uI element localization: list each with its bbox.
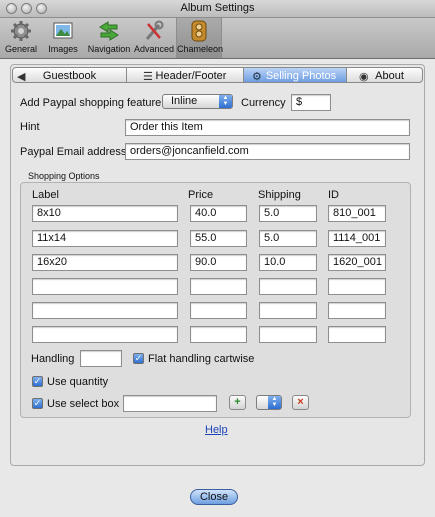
toolbar-item-advanced[interactable]: Advanced [133, 18, 175, 58]
chameleon-icon [191, 20, 207, 42]
handling-field[interactable] [80, 350, 122, 367]
row-label-field[interactable] [32, 326, 178, 343]
remove-option-button[interactable]: × [292, 395, 309, 410]
paypal-feature-value: Inline [171, 95, 198, 107]
tab-header-footer[interactable]: ☰ Header/Footer [126, 67, 244, 83]
minimize-window-icon[interactable] [21, 3, 32, 14]
hint-label: Hint [20, 121, 40, 133]
tab-label: Guestbook [42, 70, 97, 82]
row-shipping-field[interactable]: 5.0 [259, 230, 317, 247]
currency-label: Currency [241, 97, 286, 109]
use-select-box-label: Use select box [47, 398, 120, 410]
arrows-icon [99, 21, 119, 41]
gear-icon [11, 21, 31, 41]
row-label-field[interactable]: 11x14 [32, 230, 178, 247]
paypal-feature-label: Add Paypal shopping feature [20, 97, 162, 109]
toolbar-item-chameleon[interactable]: Chameleon [176, 18, 224, 58]
popup-arrows-icon: ▲ ▼ [219, 95, 232, 108]
row-id-field[interactable] [328, 302, 386, 319]
column-header-price: Price [188, 189, 214, 201]
toolbar-item-label: Chameleon [177, 44, 224, 54]
row-price-field[interactable] [190, 278, 247, 295]
email-label: Paypal Email address [20, 146, 127, 158]
column-header-id: ID [328, 189, 339, 201]
x-icon: × [297, 396, 304, 408]
select-box-options-select[interactable]: ▲ ▼ [256, 395, 282, 410]
popup-arrows-icon: ▲ ▼ [268, 396, 281, 409]
row-label-field[interactable]: 16x20 [32, 254, 178, 271]
row-price-field[interactable] [190, 302, 247, 319]
row-price-field[interactable] [190, 326, 247, 343]
help-link[interactable]: Help [205, 424, 228, 436]
row-price-field[interactable]: 55.0 [190, 230, 247, 247]
selling-icon: ⚙ [252, 71, 262, 83]
toolbar-item-label: General [4, 44, 38, 54]
tab-guestbook[interactable]: ◀ Guestbook [12, 67, 127, 83]
row-shipping-field[interactable] [259, 302, 317, 319]
close-button[interactable]: Close [190, 489, 238, 505]
tab-label: About [375, 70, 404, 82]
row-label-field[interactable]: 8x10 [32, 205, 178, 222]
header-icon: ☰ [143, 71, 153, 83]
select-box-field[interactable] [123, 395, 217, 412]
column-header-label: Label [32, 189, 59, 201]
about-icon: ◉ [359, 71, 369, 83]
row-id-field[interactable]: 1114_001 [328, 230, 386, 247]
tab-about[interactable]: ◉ About [346, 67, 423, 83]
paypal-feature-select[interactable]: Inline ▲ ▼ [162, 94, 233, 109]
window-title: Album Settings [180, 2, 255, 14]
row-id-field[interactable]: 1620_001 [328, 254, 386, 271]
row-label-field[interactable] [32, 302, 178, 319]
tab-selling-photos[interactable]: ⚙ Selling Photos [243, 67, 347, 83]
column-header-shipping: Shipping [258, 189, 301, 201]
row-id-field[interactable] [328, 326, 386, 343]
tab-label: Selling Photos [265, 70, 337, 82]
zoom-window-icon[interactable] [36, 3, 47, 14]
title-bar: Album Settings [0, 0, 435, 18]
email-field[interactable]: orders@joncanfield.com [125, 143, 410, 160]
row-id-field[interactable] [328, 278, 386, 295]
row-shipping-field[interactable]: 5.0 [259, 205, 317, 222]
add-option-button[interactable]: + [229, 395, 246, 410]
row-shipping-field[interactable] [259, 278, 317, 295]
row-label-field[interactable] [32, 278, 178, 295]
plus-icon: + [234, 396, 241, 408]
toolbar-item-label: Navigation [87, 44, 131, 54]
row-price-field[interactable]: 40.0 [190, 205, 247, 222]
use-quantity-label: Use quantity [47, 376, 109, 388]
toolbar-item-images[interactable]: Images [44, 18, 82, 58]
row-shipping-field[interactable]: 10.0 [259, 254, 317, 271]
toolbar-item-general[interactable]: General [2, 18, 40, 58]
row-shipping-field[interactable] [259, 326, 317, 343]
toolbar-item-label: Images [48, 44, 78, 54]
toolbar: General Images Navigation Advanced Chame… [0, 18, 435, 59]
photo-icon [53, 22, 73, 39]
tab-bar: ◀ Guestbook ☰ Header/Footer ⚙ Selling Ph… [12, 67, 423, 83]
tab-label: Header/Footer [155, 70, 227, 82]
use-select-box-checkbox[interactable]: ✓ [32, 398, 43, 409]
currency-field[interactable]: $ [291, 94, 331, 111]
back-arrow-icon: ◀ [17, 71, 26, 83]
use-quantity-checkbox[interactable]: ✓ [32, 376, 43, 387]
hint-field[interactable]: Order this Item [125, 119, 410, 136]
toolbar-item-navigation[interactable]: Navigation [86, 18, 132, 58]
row-id-field[interactable]: 810_001 [328, 205, 386, 222]
row-price-field[interactable]: 90.0 [190, 254, 247, 271]
flat-handling-label: Flat handling cartwise [148, 353, 255, 365]
toolbar-item-label: Advanced [133, 44, 175, 54]
flat-handling-checkbox[interactable]: ✓ [133, 353, 144, 364]
handling-label: Handling [31, 353, 75, 365]
shopping-options-title: Shopping Options [28, 171, 100, 181]
close-window-icon[interactable] [6, 3, 17, 14]
tools-icon [145, 20, 164, 40]
